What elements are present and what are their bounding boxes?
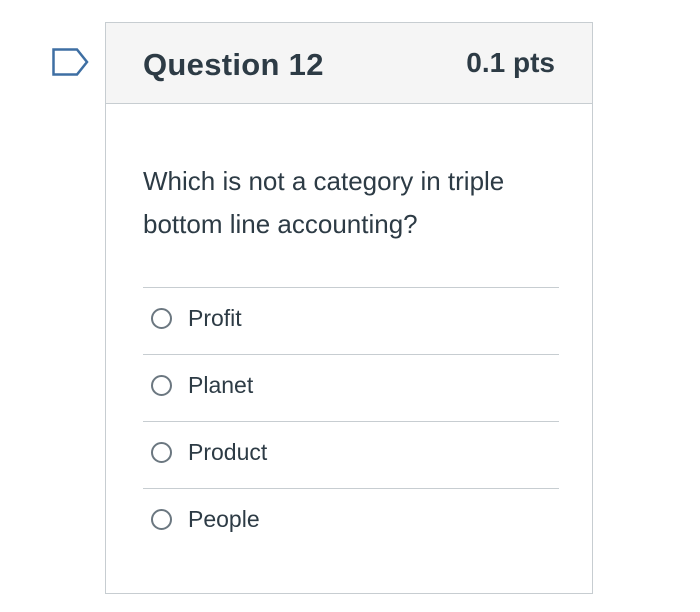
flag-question-icon[interactable] bbox=[52, 48, 90, 76]
answer-label[interactable]: Profit bbox=[188, 305, 242, 332]
question-points: 0.1 pts bbox=[466, 47, 555, 78]
question-text: Which is not a category in triple bottom… bbox=[143, 166, 505, 239]
radio-button[interactable] bbox=[151, 375, 172, 396]
answer-option-planet[interactable]: Planet bbox=[143, 354, 559, 421]
question-card: Question 12 0.1 pts Which is not a categ… bbox=[105, 22, 593, 594]
question-title: Question 12 bbox=[143, 47, 324, 82]
answer-label[interactable]: People bbox=[188, 506, 260, 533]
question-header: Question 12 0.1 pts bbox=[106, 23, 592, 104]
answer-option-people[interactable]: People bbox=[143, 488, 559, 555]
radio-button[interactable] bbox=[151, 442, 172, 463]
answer-list: Profit Planet Product People bbox=[143, 287, 559, 555]
answer-label[interactable]: Product bbox=[188, 439, 267, 466]
answer-label[interactable]: Planet bbox=[188, 372, 253, 399]
radio-button[interactable] bbox=[151, 308, 172, 329]
answer-option-product[interactable]: Product bbox=[143, 421, 559, 488]
radio-button[interactable] bbox=[151, 509, 172, 530]
answer-option-profit[interactable]: Profit bbox=[143, 287, 559, 354]
